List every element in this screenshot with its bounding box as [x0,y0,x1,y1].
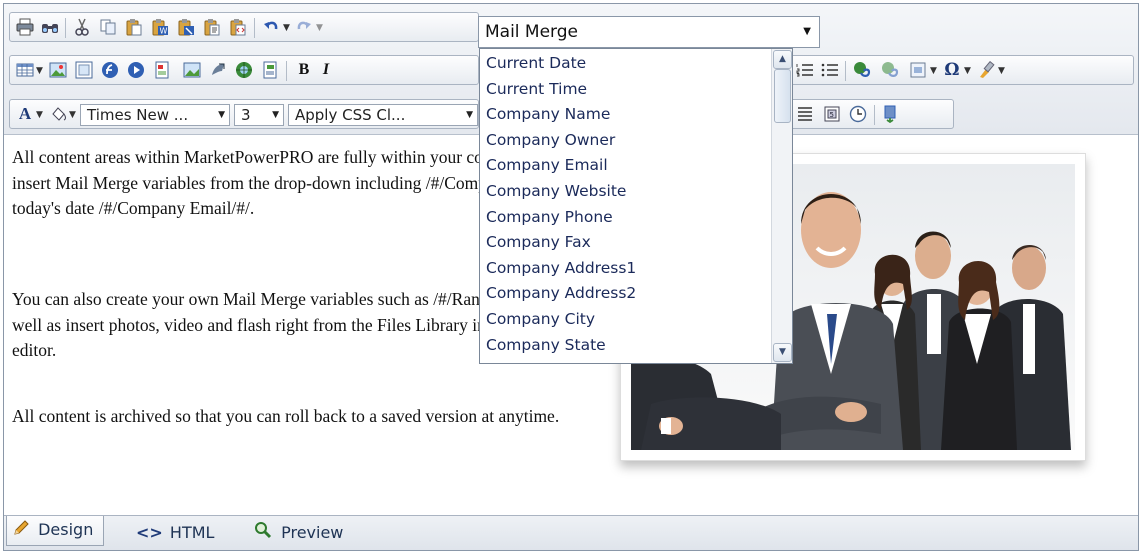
format-stripper-icon[interactable] [976,60,996,80]
pencil-icon [13,517,29,545]
form-element-icon[interactable] [908,60,928,80]
content-editor: W ▼ ▼ Mail Merge ▼ ▼ B I ▼ Ω ▼ ▼ A ▼ ▼ T… [3,3,1139,551]
abs-position-icon[interactable] [208,60,228,80]
mail-merge-option[interactable]: Company Address1 [486,256,792,282]
redo-icon[interactable] [294,17,314,37]
mail-merge-selected: Mail Merge [485,22,579,42]
image-map-icon[interactable] [74,60,94,80]
code-icon: <> [136,523,163,542]
mail-merge-option[interactable]: Company Email [486,153,792,179]
font-color-dropdown-arrow[interactable]: ▼ [36,110,43,120]
link-manager-icon[interactable] [234,60,254,80]
css-class-value: Apply CSS Cl... [295,106,406,124]
chevron-down-icon[interactable]: ▼ [466,105,473,125]
paste-word-icon[interactable]: W [150,17,170,37]
paste-html-icon[interactable] [228,17,248,37]
redo-dropdown-arrow[interactable]: ▼ [316,23,323,33]
mail-merge-option[interactable]: Company Owner [486,128,792,154]
font-family-value: Times New ... [87,106,189,124]
tab-html[interactable]: <> HTML [130,519,224,547]
font-family-select[interactable]: Times New ... ▼ [80,104,230,126]
italic-button[interactable]: I [316,60,336,80]
toolbar-row-2-right: ▼ Ω ▼ ▼ [792,55,1134,85]
form-element-dropdown-arrow[interactable]: ▼ [930,66,937,76]
paragraph-icon[interactable] [795,104,815,124]
table-icon[interactable] [15,60,35,80]
svg-text:5: 5 [830,111,834,119]
toolbar-row-3-right: 5 [792,99,954,129]
separator [286,61,287,81]
toolbar-row-2: ▼ B I [9,55,479,85]
mail-merge-option[interactable]: Company Website [486,179,792,205]
document-icon[interactable] [152,60,172,80]
template-icon[interactable] [182,60,202,80]
undo-icon[interactable] [261,17,281,37]
highlight-color-icon[interactable] [48,104,68,124]
tab-html-label: HTML [169,523,215,542]
separator [65,18,66,38]
tab-design-label: Design [38,520,94,539]
tab-preview-label: Preview [281,523,344,542]
format-stripper-dropdown-arrow[interactable]: ▼ [998,66,1005,76]
magnifier-icon [254,520,272,548]
find-icon[interactable] [40,17,60,37]
scroll-down-button[interactable]: ▼ [773,343,792,362]
copy-icon[interactable] [98,17,118,37]
mail-merge-option[interactable]: Current Date [486,51,792,77]
svg-text:W: W [160,27,168,36]
mail-merge-option[interactable]: Company State [486,333,792,359]
scroll-up-button[interactable]: ▲ [773,50,792,69]
mail-merge-option[interactable]: Company City [486,307,792,333]
image-manager-icon[interactable] [48,60,68,80]
numbered-list-icon[interactable] [795,60,815,80]
toolbar-row-1: W ▼ ▼ [9,12,479,42]
mail-merge-option[interactable]: Company Address2 [486,281,792,307]
paste-clean-icon[interactable] [176,17,196,37]
separator [874,105,875,125]
form-icon[interactable]: 5 [822,104,842,124]
mail-merge-option[interactable]: Company Name [486,102,792,128]
remove-link-icon[interactable] [880,60,900,80]
insert-link-icon[interactable] [260,60,280,80]
mail-merge-option[interactable]: Company Fax [486,230,792,256]
tab-design[interactable]: Design [6,516,105,546]
content-paragraph-3[interactable]: All content is archived so that you can … [12,404,572,430]
flash-icon[interactable] [100,60,120,80]
save-icon[interactable] [880,104,900,124]
undo-dropdown-arrow[interactable]: ▼ [283,23,290,33]
mail-merge-dropdown[interactable]: Current Date Current Time Company Name Comp… [479,48,793,364]
mail-merge-option[interactable]: Company Phone [486,205,792,231]
font-size-value: 3 [241,106,251,124]
editor-mode-bar: Design <> HTML Preview [4,515,1138,550]
font-color-icon[interactable]: A [15,104,35,124]
mail-merge-select[interactable]: Mail Merge ▼ [478,16,820,48]
toolbar-row-3: A ▼ ▼ Times New ... ▼ 3 ▼ Apply CSS Cl..… [9,99,479,129]
media-icon[interactable] [126,60,146,80]
highlight-color-dropdown-arrow[interactable]: ▼ [69,110,76,120]
separator [845,61,846,81]
chevron-down-icon[interactable]: ▼ [218,105,225,125]
scroll-thumb[interactable] [774,69,791,123]
paste-text-icon[interactable] [202,17,222,37]
mail-merge-options: Current Date Current Time Company Name Comp… [480,49,792,358]
bullet-list-icon[interactable] [820,60,840,80]
hyperlink-icon[interactable] [852,60,872,80]
chevron-down-icon[interactable]: ▼ [272,105,279,125]
font-size-select[interactable]: 3 ▼ [234,104,284,126]
cut-icon[interactable] [72,17,92,37]
tab-preview[interactable]: Preview [248,519,353,547]
dropdown-scrollbar[interactable]: ▲ ▼ [771,49,792,363]
css-class-select[interactable]: Apply CSS Cl... ▼ [288,104,478,126]
print-icon[interactable] [15,17,35,37]
bold-button[interactable]: B [294,60,314,80]
table-dropdown-arrow[interactable]: ▼ [36,66,43,76]
chevron-down-icon[interactable]: ▼ [803,17,811,47]
symbol-dropdown-arrow[interactable]: ▼ [964,66,971,76]
mail-merge-option[interactable]: Current Time [486,77,792,103]
paste-icon[interactable] [124,17,144,37]
symbol-icon[interactable]: Ω [942,60,962,80]
clock-icon[interactable] [848,104,868,124]
separator [254,18,255,38]
